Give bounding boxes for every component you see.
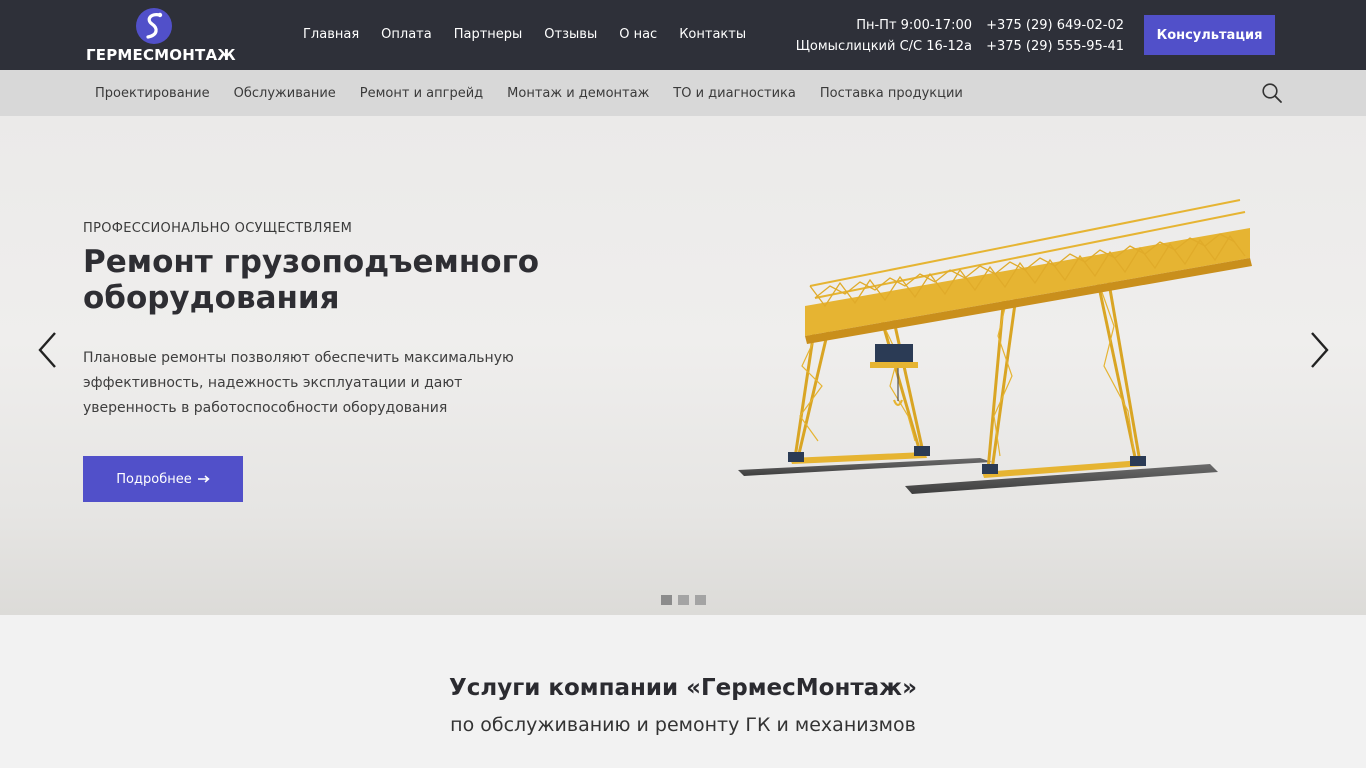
gantry-crane-illustration: [738, 199, 1252, 494]
hero-kicker: ПРОФЕССИОНАЛЬНО ОСУЩЕСТВЛЯЕМ: [83, 221, 353, 236]
slider-next-arrow-icon[interactable]: [1307, 330, 1331, 370]
more-button-label: Подробнее: [116, 471, 192, 487]
logo[interactable]: ГЕРМЕСМОНТАЖ: [86, 6, 236, 64]
service-link-maintenance[interactable]: Обслуживание: [234, 86, 336, 101]
contact-info: Пн-Пт 9:00-17:00 Щомыслицкий С/С 16-12а: [796, 15, 972, 57]
logo-mark-icon: [136, 8, 172, 44]
hero-text: Плановые ремонты позволяют обеспечить ма…: [83, 350, 514, 416]
nav-link-reviews[interactable]: Отзывы: [544, 27, 597, 42]
nav-link-contacts[interactable]: Контакты: [679, 27, 746, 42]
nav-link-home[interactable]: Главная: [303, 27, 359, 42]
phones: +375 (29) 649-02-02 +375 (29) 555-95-41: [986, 15, 1124, 57]
services-nav-bar: Проектирование Обслуживание Ремонт и апг…: [0, 70, 1366, 116]
consultation-button[interactable]: Консультация: [1144, 15, 1275, 55]
hero-slider: ПРОФЕССИОНАЛЬНО ОСУЩЕСТВЛЯЕМ Ремонт груз…: [0, 116, 1366, 615]
services-nav: Проектирование Обслуживание Ремонт и апг…: [95, 86, 987, 101]
search-icon[interactable]: [1261, 82, 1283, 104]
phone-link-2[interactable]: +375 (29) 555-95-41: [986, 36, 1124, 57]
service-link-diagnostics[interactable]: ТО и диагностика: [673, 86, 796, 101]
service-link-repair[interactable]: Ремонт и апгрейд: [360, 86, 483, 101]
slider-dot-2[interactable]: [678, 595, 689, 605]
slider-prev-arrow-icon[interactable]: [36, 330, 60, 370]
slider-dot-1[interactable]: [661, 595, 672, 605]
service-link-design[interactable]: Проектирование: [95, 86, 210, 101]
main-nav: Главная Оплата Партнеры Отзывы О нас Кон…: [303, 27, 768, 42]
address: Щомыслицкий С/С 16-12а: [795, 39, 972, 54]
nav-link-about[interactable]: О нас: [619, 27, 657, 42]
hero-title: Ремонт грузоподъемного оборудования: [83, 244, 540, 316]
phone-link-1[interactable]: +375 (29) 649-02-02: [986, 15, 1124, 36]
nav-link-payment[interactable]: Оплата: [381, 27, 432, 42]
service-link-installation[interactable]: Монтаж и демонтаж: [507, 86, 649, 101]
logo-text: ГЕРМЕСМОНТАЖ: [86, 46, 236, 64]
working-hours: Пн-Пт 9:00-17:00: [856, 18, 972, 33]
slider-pagination: [661, 595, 706, 605]
slider-dot-3[interactable]: [695, 595, 706, 605]
more-button[interactable]: Подробнее: [83, 456, 243, 502]
top-header: ГЕРМЕСМОНТАЖ Главная Оплата Партнеры Отз…: [0, 0, 1366, 70]
services-subtitle: по обслуживанию и ремонту ГК и механизмо…: [450, 714, 916, 736]
arrow-right-icon: [197, 475, 210, 483]
service-link-supply[interactable]: Поставка продукции: [820, 86, 963, 101]
nav-link-partners[interactable]: Партнеры: [454, 27, 523, 42]
services-title: Услуги компании «ГермесМонтаж»: [449, 675, 917, 701]
